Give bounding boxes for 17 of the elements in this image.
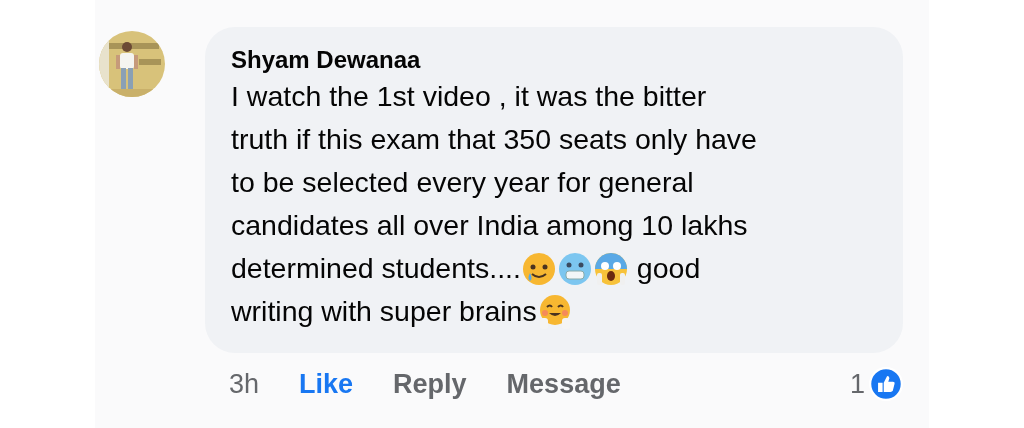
comment-text: determined students.... [231,251,521,286]
smiling-tear-emoji-icon [520,250,557,287]
comment-action-link[interactable]: Message [506,368,621,400]
comment-action-link[interactable]: Like [299,368,354,400]
comment-text: candidates all over India among 10 lakhs [231,208,748,243]
comment-text: to be selected every year for general [231,165,694,200]
author-name[interactable]: Shyam Dewanaa [231,45,881,75]
like-reaction-icon[interactable] [869,367,903,401]
comment-action-link[interactable]: Reply [393,368,467,400]
cold-face-emoji-icon [556,250,593,287]
comment-text: truth if this exam that 350 seats only have [231,122,757,157]
comment-text: writing with super brains [231,294,537,329]
screaming-emoji-icon [592,250,629,287]
comment-text: I watch the 1st video , it was the bitter [231,79,707,114]
comment-text: good [635,251,701,286]
comment-time: 3h [229,368,260,400]
reaction-count: 1 [849,368,865,400]
